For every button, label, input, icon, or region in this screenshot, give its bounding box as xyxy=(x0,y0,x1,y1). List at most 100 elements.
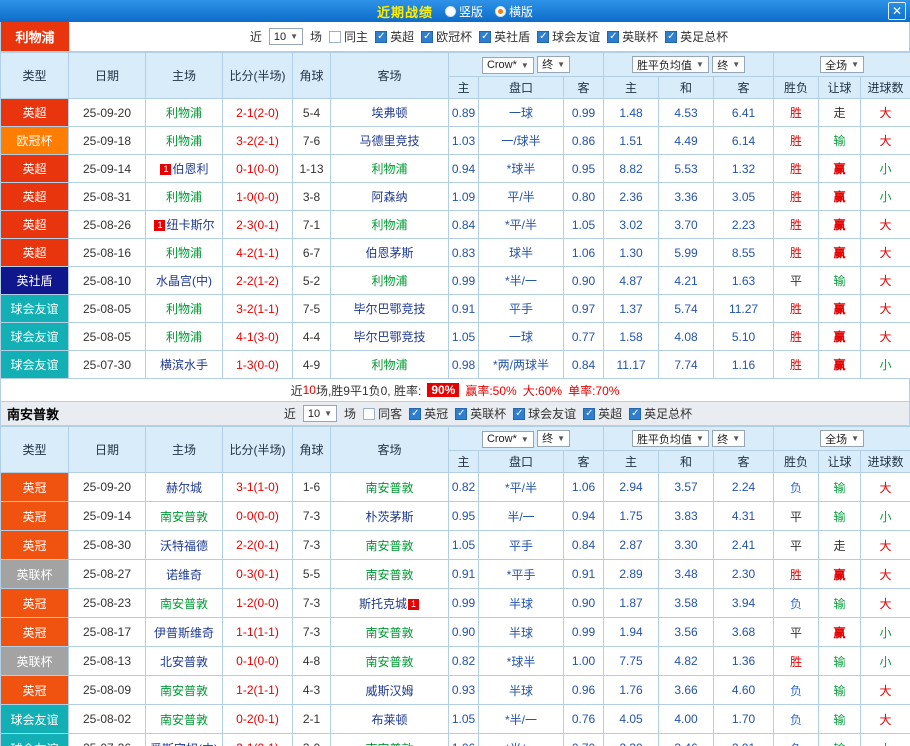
score-cell: 0-0(0-0) xyxy=(222,501,293,531)
col-asian-away: 客 xyxy=(562,450,605,473)
score-cell: 3-2(2-1) xyxy=(222,126,293,155)
goals-cell: 大 xyxy=(860,472,910,502)
layout-horizontal-option[interactable]: 横版 xyxy=(495,3,533,20)
topbar: 近期战绩 竖版 横版 ✕ xyxy=(0,0,910,22)
odds-time-select[interactable]: 终 ▼ xyxy=(537,429,571,447)
league-filter-label: 欧冠杯 xyxy=(436,30,473,44)
league-filter-group: 英超 欧冠杯 英社盾 球会友谊 英联杯 英足总杯 xyxy=(375,28,728,45)
games-label: 场 xyxy=(344,407,357,421)
league-filter-英社盾[interactable]: 英社盾 xyxy=(479,28,530,45)
handicap-line-cell: 一球 xyxy=(478,322,564,351)
avg-draw-odds-cell: 3.56 xyxy=(658,617,715,647)
avg-draw-odds-cell: 5.99 xyxy=(658,238,715,267)
corners-cell: 7-5 xyxy=(292,294,331,323)
match-count-select[interactable]: 10 ▼ xyxy=(302,405,338,422)
team-name: 斯托克城 xyxy=(358,596,407,611)
match-count-select[interactable]: 10 ▼ xyxy=(268,28,304,45)
date-cell: 25-08-26 xyxy=(68,210,146,239)
corners-cell: 6-7 xyxy=(292,238,331,267)
checkbox-checked-icon xyxy=(421,30,434,43)
league-filter-球会友谊[interactable]: 球会友谊 xyxy=(537,28,600,45)
match-row: 英超 25-08-31 利物浦 1-0(0-0) 3-8 阿森纳 1.09 平/半 0.80 2.… xyxy=(0,182,910,211)
handicap-rate: 赢率:50% xyxy=(465,383,517,398)
home-team-cell: 利物浦 xyxy=(145,126,223,155)
scope-select[interactable]: 全场 ▼ xyxy=(820,56,864,73)
asian-away-odds-cell: 0.77 xyxy=(562,322,605,351)
asian-home-odds-cell: 0.89 xyxy=(448,98,479,127)
corners-cell: 7-3 xyxy=(292,501,331,531)
handicap-line-cell: *平/半 xyxy=(478,472,564,502)
avg-draw-odds-cell: 3.30 xyxy=(658,530,715,560)
avg-type-select[interactable]: 胜平负均值 ▼ xyxy=(631,56,709,73)
league-filter-label: 英超 xyxy=(598,407,623,421)
league-filter-英联杯[interactable]: 英联杯 xyxy=(607,28,658,45)
summary-count: 10 xyxy=(302,383,316,397)
odds-time-select[interactable]: 终 ▼ xyxy=(537,55,571,73)
avg-draw-odds-cell: 3.66 xyxy=(658,675,715,705)
asian-home-odds-cell: 0.83 xyxy=(448,238,479,267)
result-cell: 负 xyxy=(773,704,820,734)
away-team-cell: 南安普敦 xyxy=(330,472,449,502)
same-away-checkbox[interactable]: 同客 xyxy=(363,405,402,422)
col-away: 客场 xyxy=(330,52,449,99)
league-filter-英足总杯[interactable]: 英足总杯 xyxy=(665,28,728,45)
goals-cell: 大 xyxy=(860,559,910,589)
corners-cell: 1-6 xyxy=(292,472,331,502)
same-home-checkbox[interactable]: 同主 xyxy=(329,28,368,45)
asian-home-odds-cell: 1.05 xyxy=(448,704,479,734)
goals-cell: 大 xyxy=(860,126,910,155)
odds-company-select[interactable]: Crow* ▼ xyxy=(481,430,534,448)
date-cell: 25-09-20 xyxy=(68,472,146,502)
league-filter-英超[interactable]: 英超 xyxy=(375,28,414,45)
scope-select[interactable]: 全场 ▼ xyxy=(820,430,864,447)
odds-company-select[interactable]: Crow* ▼ xyxy=(481,56,534,74)
date-cell: 25-07-26 xyxy=(68,733,146,746)
team-name: 利物浦 xyxy=(371,162,408,176)
handicap-line-cell: *球半 xyxy=(478,646,564,676)
liverpool-filter-bar: 利物浦 近 10▼ 场 同主 英超 欧冠杯 英社盾 球会友谊 英联杯 英足总杯 xyxy=(0,22,910,52)
chevron-down-icon: ▼ xyxy=(732,60,741,69)
league-type-cell: 英社盾 xyxy=(0,266,69,295)
layout-vertical-option[interactable]: 竖版 xyxy=(444,3,483,20)
handicap-result-cell: 输 xyxy=(818,126,862,155)
avg-type-select[interactable]: 胜平负均值 ▼ xyxy=(631,430,709,447)
scope-header-group: 全场 ▼ xyxy=(773,426,910,451)
close-button[interactable]: ✕ xyxy=(888,2,906,20)
handicap-result-cell: 输 xyxy=(818,646,862,676)
goals-cell: 大 xyxy=(860,588,910,618)
date-cell: 25-08-23 xyxy=(68,588,146,618)
date-cell: 25-08-13 xyxy=(68,646,146,676)
team-name: 阿森纳 xyxy=(371,190,408,204)
asian-home-odds-cell: 1.06 xyxy=(448,733,479,746)
avg-draw-odds-cell: 3.58 xyxy=(658,588,715,618)
handicap-result-cell: 输 xyxy=(818,704,862,734)
league-filter-label: 英足总杯 xyxy=(644,407,693,421)
near-label: 近 xyxy=(283,407,296,421)
goals-cell: 大 xyxy=(860,266,910,295)
asian-home-odds-cell: 0.82 xyxy=(448,646,479,676)
liverpool-summary-bar: 近 10 场,胜9平1负0, 胜率: 90% 赢率:50% 大:60% 单率:70% xyxy=(0,379,910,402)
match-row: 球会友谊 25-08-02 南安普敦 0-2(0-1) 2-1 布莱顿 1.05 *半/一 0.… xyxy=(0,704,910,734)
league-type-cell: 球会友谊 xyxy=(0,733,69,746)
avg-time-select[interactable]: 终 ▼ xyxy=(712,56,746,73)
goals-cell: 小 xyxy=(860,154,910,183)
score-cell: 4-1(3-0) xyxy=(222,322,293,351)
league-type-cell: 英联杯 xyxy=(0,559,69,589)
league-filter-球会友谊[interactable]: 球会友谊 xyxy=(513,405,576,422)
avg-draw-odds-cell: 4.08 xyxy=(658,322,715,351)
league-filter-英超[interactable]: 英超 xyxy=(583,405,622,422)
match-row: 球会友谊 25-08-05 利物浦 3-2(1-1) 7-5 毕尔巴鄂竞技 0.91 平手 0.… xyxy=(0,294,910,323)
asian-away-odds-cell: 0.84 xyxy=(562,350,605,379)
avg-draw-odds-cell: 3.36 xyxy=(658,182,715,211)
league-filter-英联杯[interactable]: 英联杯 xyxy=(455,405,506,422)
league-filter-英足总杯[interactable]: 英足总杯 xyxy=(629,405,692,422)
avg-time-select[interactable]: 终 ▼ xyxy=(712,430,746,447)
league-filter-欧冠杯[interactable]: 欧冠杯 xyxy=(421,28,472,45)
team-name: 埃弗顿 xyxy=(371,106,408,120)
home-team-cell: 1 伯恩利 xyxy=(145,154,223,183)
league-filter-英冠[interactable]: 英冠 xyxy=(409,405,448,422)
col-asian-home: 主 xyxy=(448,76,479,99)
checkbox-checked-icon xyxy=(583,407,596,420)
league-filter-label: 英冠 xyxy=(424,407,449,421)
match-row: 球会友谊 25-07-30 横滨水手 1-3(0-0) 4-9 利物浦 0.98 *两/两球半… xyxy=(0,350,910,379)
